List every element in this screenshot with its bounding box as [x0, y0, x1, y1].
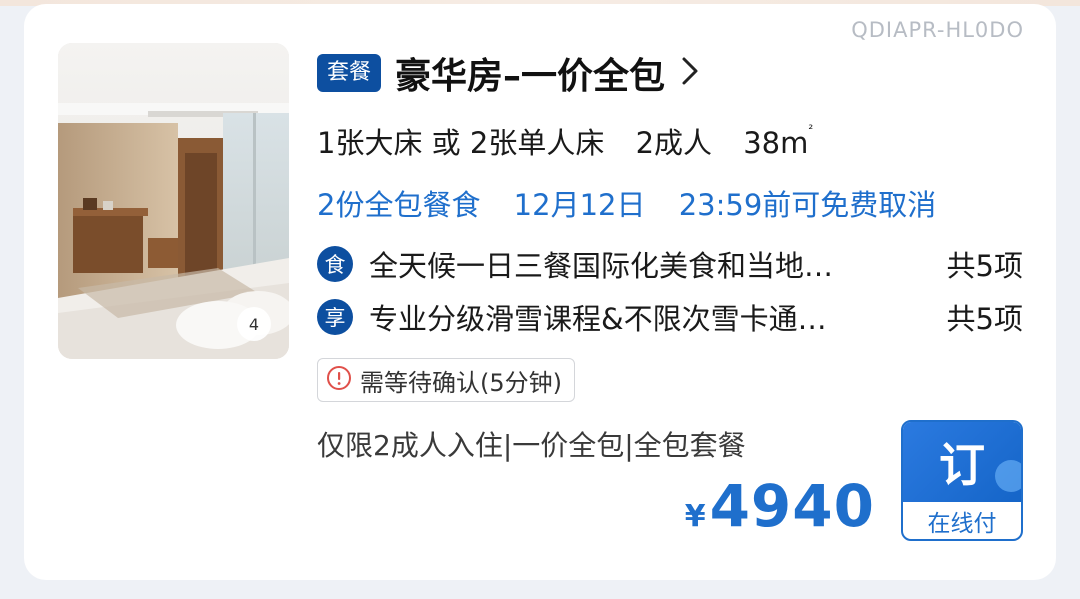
package-badge: 套餐 — [317, 54, 382, 92]
currency-symbol: ¥ — [684, 499, 706, 534]
cancel-date: 12月12日 — [513, 188, 646, 222]
book-button[interactable]: 订 在线付 — [901, 420, 1023, 541]
watermark: QDIAPR-HL0DO — [851, 18, 1024, 42]
area-unit: ² — [808, 122, 814, 136]
price-amount: 4940 — [709, 472, 875, 540]
perk-text: 全天候一日三餐国际化美食和当地… — [369, 249, 834, 283]
perk-row-enjoy[interactable]: 享 专业分级滑雪课程&不限次雪卡通… 共5项 — [317, 296, 1023, 338]
perk-count: 共5项 — [946, 302, 1023, 336]
meals-info: 2份全包餐食 — [317, 188, 481, 222]
room-specs: 1张大床 或 2张单人床 2成人 38m² — [317, 120, 835, 162]
area-value: 38m — [743, 126, 809, 160]
perk-row-food[interactable]: 食 全天候一日三餐国际化美食和当地… 共5项 — [317, 243, 1023, 285]
book-label: 订 — [939, 438, 985, 492]
food-icon: 食 — [317, 246, 353, 282]
perk-count: 共5项 — [946, 249, 1023, 283]
book-button-top[interactable]: 订 — [903, 422, 1021, 502]
pay-online-label: 在线付 — [927, 510, 997, 537]
room-title[interactable]: 豪华房–一价全包 — [395, 47, 665, 99]
enjoy-icon: 享 — [317, 299, 353, 335]
policy-row: 2份全包餐食 12月12日 23:59前可免费取消 — [317, 182, 936, 224]
room-photo[interactable]: 4 — [58, 43, 289, 359]
chevron-right-icon[interactable] — [681, 56, 699, 90]
bed-info: 1张大床 或 2张单人床 — [317, 126, 605, 160]
price: ¥ 4940 — [685, 472, 875, 540]
cancel-policy: 23:59前可免费取消 — [678, 188, 937, 222]
confirm-wait-tag: 需等待确认(5分钟) — [317, 358, 575, 402]
area-info: 38m² — [743, 122, 813, 160]
alert-circle-icon — [326, 365, 352, 395]
guest-info: 2成人 — [635, 126, 713, 160]
confirm-wait-text: 需等待确认(5分钟) — [360, 368, 562, 397]
bubble-decoration — [995, 460, 1021, 492]
title-row[interactable]: 套餐 豪华房–一价全包 — [317, 48, 699, 98]
photo-count-badge: 4 — [237, 307, 271, 341]
perk-text: 专业分级滑雪课程&不限次雪卡通… — [369, 302, 827, 336]
package-limits: 仅限2成人入住|一价全包|全包套餐 — [317, 429, 746, 462]
